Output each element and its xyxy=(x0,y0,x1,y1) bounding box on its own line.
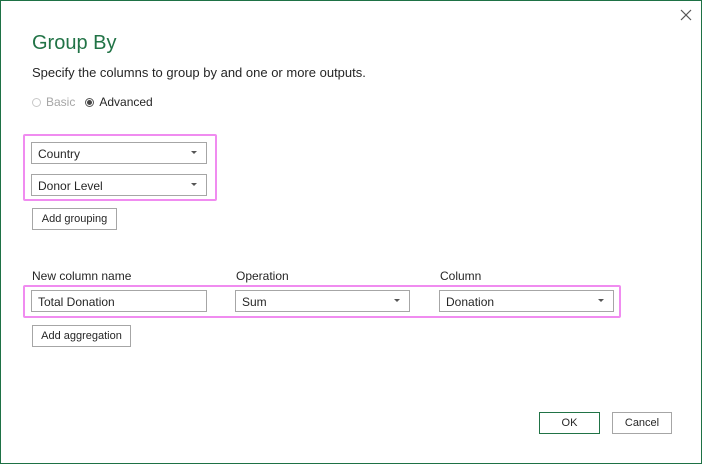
dialog-title: Group By xyxy=(32,32,117,54)
radio-circle xyxy=(85,97,95,107)
add-grouping-button[interactable]: Add grouping xyxy=(32,208,117,230)
header-new-column-name: New column name xyxy=(32,269,132,283)
operation-select[interactable]: Sum xyxy=(235,290,410,312)
ok-button[interactable]: OK xyxy=(539,412,600,434)
new-column-name-input[interactable]: Total Donation xyxy=(31,290,207,312)
chevron-down-icon xyxy=(394,299,400,302)
cancel-button[interactable]: Cancel xyxy=(612,412,672,434)
radio-basic[interactable]: Basic xyxy=(32,95,75,109)
chevron-down-icon xyxy=(191,183,197,186)
chevron-down-icon xyxy=(598,299,604,302)
header-operation: Operation xyxy=(236,269,289,283)
chevron-down-icon xyxy=(191,151,197,154)
add-aggregation-button[interactable]: Add aggregation xyxy=(32,325,131,347)
group-field-1-select[interactable]: Country xyxy=(31,142,207,164)
column-select[interactable]: Donation xyxy=(439,290,614,312)
header-column: Column xyxy=(440,269,482,283)
select-value: Country xyxy=(38,147,81,161)
select-value: Sum xyxy=(242,295,267,309)
select-value: Donor Level xyxy=(38,179,103,193)
radio-advanced[interactable]: Advanced xyxy=(85,95,153,109)
dialog-subtitle: Specify the columns to group by and one … xyxy=(32,65,366,80)
radio-circle xyxy=(32,97,41,107)
group-field-2-select[interactable]: Donor Level xyxy=(31,174,207,196)
radio-label: Basic xyxy=(46,95,76,109)
select-value: Donation xyxy=(446,295,495,309)
close-icon[interactable] xyxy=(678,7,694,23)
group-by-dialog: Group By Specify the columns to group by… xyxy=(0,0,702,464)
radio-label: Advanced xyxy=(99,95,153,109)
mode-radio-group: Basic Advanced xyxy=(32,95,163,109)
input-value: Total Donation xyxy=(38,295,115,309)
